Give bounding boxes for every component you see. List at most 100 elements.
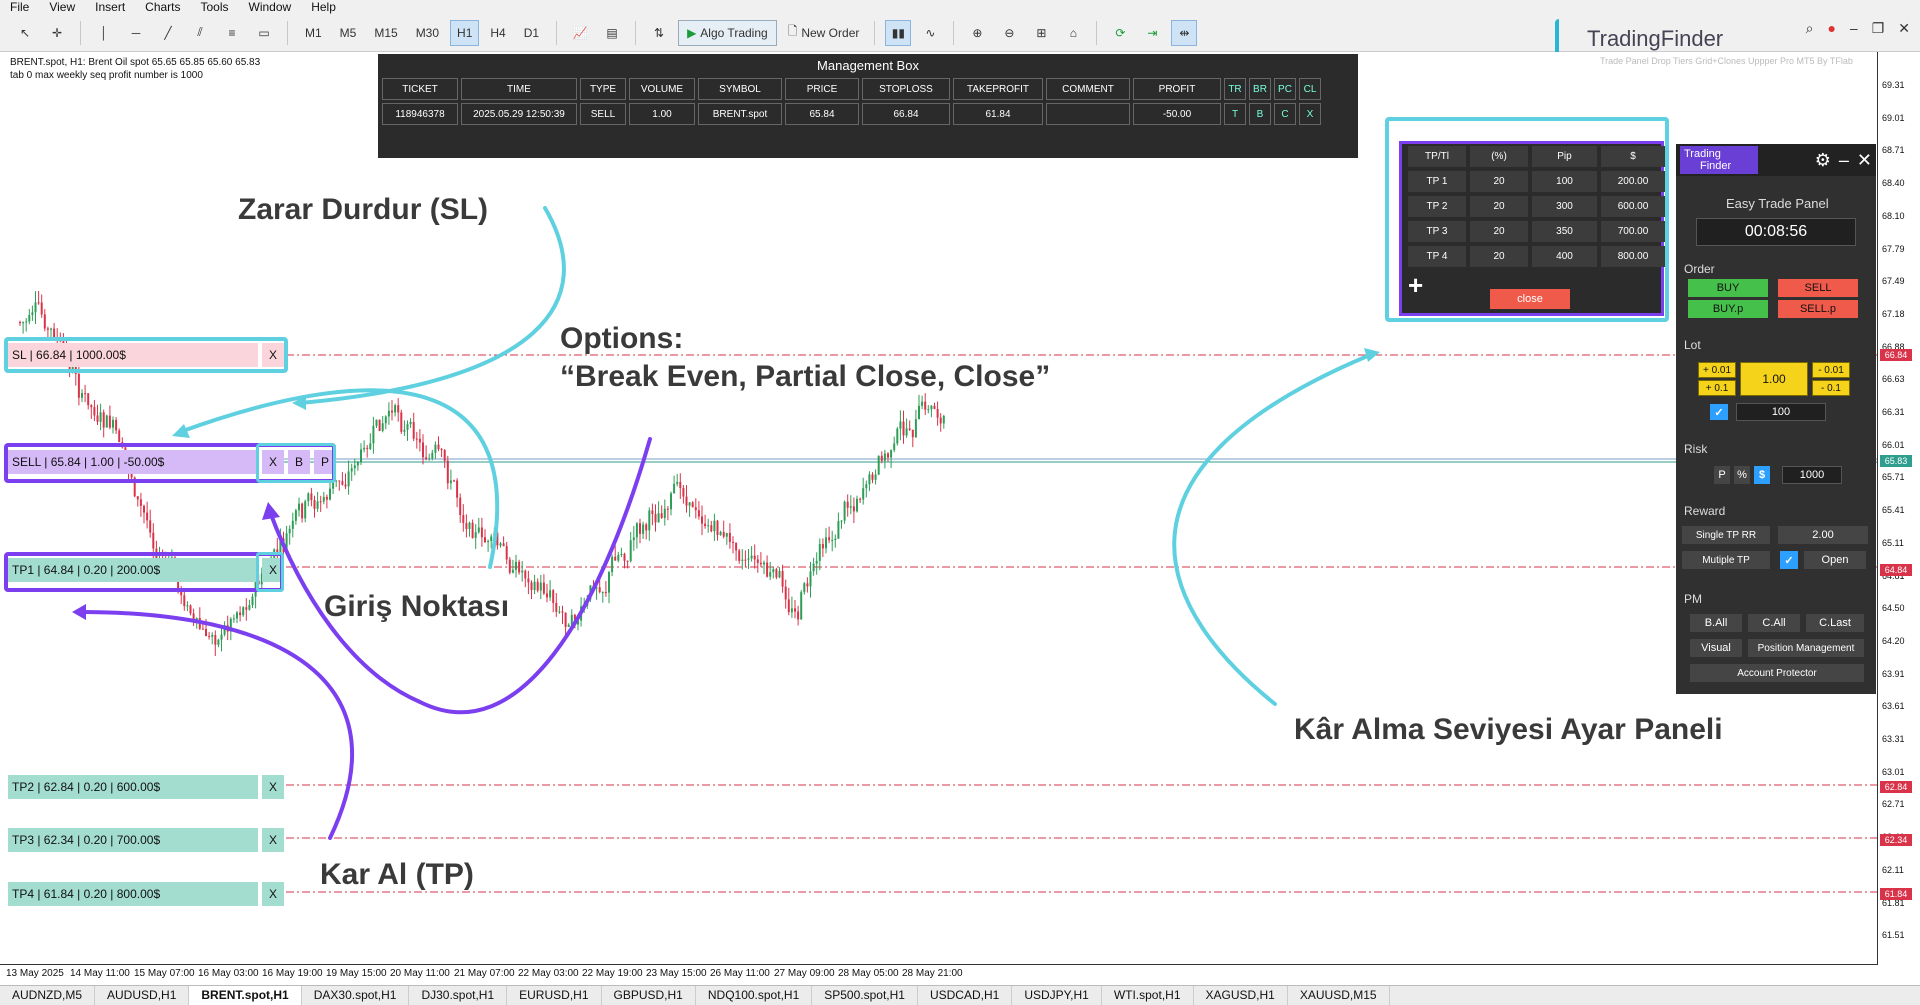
risk-dollar-button[interactable]: $: [1754, 466, 1770, 484]
lot-minus-01-button[interactable]: - 0.1: [1812, 380, 1850, 396]
tp-value-field[interactable]: 800.00: [1601, 246, 1665, 267]
sell-pending-button[interactable]: SELL.p: [1778, 300, 1858, 318]
chart-tab[interactable]: XAUUSD,M15: [1288, 986, 1390, 1005]
menu-insert[interactable]: Insert: [95, 0, 125, 14]
notifications-icon[interactable]: ●: [1827, 20, 1835, 37]
tp4-level[interactable]: TP4 | 61.84 | 0.20 | 800.00$ X: [8, 882, 284, 906]
timeframe-m30[interactable]: M30: [409, 20, 446, 46]
minimize-icon[interactable]: –: [1839, 150, 1849, 171]
tp-value-field[interactable]: 200.00: [1601, 171, 1665, 192]
tp2-close-button[interactable]: X: [262, 775, 284, 799]
chart-tab[interactable]: SP500.spot,H1: [812, 986, 918, 1005]
indicators-icon[interactable]: 📈: [567, 20, 593, 46]
add-tp-button[interactable]: +: [1408, 270, 1423, 301]
horizontal-line-icon[interactable]: ─: [123, 20, 149, 46]
lot-step-field[interactable]: 100: [1736, 403, 1826, 421]
header-action-tr[interactable]: TR: [1224, 78, 1246, 100]
chart-tab[interactable]: NDQ100.spot,H1: [696, 986, 813, 1005]
timeframe-d1[interactable]: D1: [517, 20, 546, 46]
order-action-c[interactable]: C: [1274, 103, 1296, 125]
order-action-x[interactable]: X: [1299, 103, 1321, 125]
timeframe-m1[interactable]: M1: [298, 20, 329, 46]
tp-value-field[interactable]: 300: [1532, 196, 1597, 217]
position-management-button[interactable]: Position Management: [1748, 639, 1864, 657]
vertical-line-icon[interactable]: │: [91, 20, 117, 46]
chart-tab[interactable]: BRENT.spot,H1: [189, 986, 302, 1005]
close-all-button[interactable]: C.All: [1748, 614, 1800, 632]
multiple-tp-checkbox[interactable]: ✓: [1780, 551, 1798, 569]
tp-panel-close-button[interactable]: close: [1490, 289, 1570, 309]
lot-value-field[interactable]: 1.00: [1740, 362, 1808, 396]
new-order-button[interactable]: 🗋 New Order: [783, 20, 865, 46]
lot-minus-001-button[interactable]: - 0.01: [1812, 362, 1850, 378]
lot-checkbox[interactable]: ✓: [1710, 404, 1728, 420]
chart-tab[interactable]: USDCAD,H1: [918, 986, 1013, 1005]
menu-file[interactable]: File: [10, 0, 29, 14]
timeframe-m15[interactable]: M15: [367, 20, 404, 46]
tp3-level-label[interactable]: TP3 | 62.34 | 0.20 | 700.00$: [8, 828, 258, 852]
tp-value-field[interactable]: 600.00: [1601, 196, 1665, 217]
chart-tab[interactable]: GBPUSD,H1: [602, 986, 696, 1005]
restore-icon[interactable]: ❐: [1872, 20, 1885, 37]
lot-plus-01-button[interactable]: + 0.1: [1698, 380, 1736, 396]
channel-icon[interactable]: ⫽: [187, 20, 213, 46]
autoscroll-icon[interactable]: ⇥: [1139, 20, 1165, 46]
bar-chart-icon[interactable]: ▮▮: [885, 19, 912, 46]
templates-icon[interactable]: ▤: [599, 20, 625, 46]
refresh-icon[interactable]: ⟳: [1107, 20, 1133, 46]
zoom-in-icon[interactable]: ⊕: [964, 20, 990, 46]
buy-button[interactable]: BUY: [1688, 279, 1768, 297]
chart-tab[interactable]: AUDUSD,H1: [95, 986, 190, 1005]
header-action-cl[interactable]: CL: [1299, 78, 1321, 100]
sell-button[interactable]: SELL: [1778, 279, 1858, 297]
chart-tab[interactable]: XAGUSD,H1: [1194, 986, 1288, 1005]
tp-value-field[interactable]: 350: [1532, 221, 1597, 242]
tp3-close-button[interactable]: X: [262, 828, 284, 852]
strategy-tester-icon[interactable]: ⇅: [646, 20, 672, 46]
tp4-close-button[interactable]: X: [262, 882, 284, 906]
timeframe-m5[interactable]: M5: [333, 20, 364, 46]
tp-value-field[interactable]: 400: [1532, 246, 1597, 267]
zoom-out-icon[interactable]: ⊖: [996, 20, 1022, 46]
multiple-tp-button[interactable]: Mutiple TP: [1682, 551, 1770, 569]
tp4-level-label[interactable]: TP4 | 61.84 | 0.20 | 800.00$: [8, 882, 258, 906]
menu-help[interactable]: Help: [311, 0, 336, 14]
open-tp-panel-button[interactable]: Open: [1804, 551, 1866, 569]
timeframe-h4[interactable]: H4: [483, 20, 512, 46]
chart-tab[interactable]: DAX30.spot,H1: [302, 986, 410, 1005]
minimize-icon[interactable]: –: [1850, 20, 1858, 37]
close-last-button[interactable]: C.Last: [1806, 614, 1864, 632]
risk-points-button[interactable]: P: [1714, 466, 1730, 484]
timeframe-h1[interactable]: H1: [450, 19, 480, 46]
algo-trading-button[interactable]: ▶ Algo Trading: [678, 19, 777, 46]
order-action-t[interactable]: T: [1224, 103, 1246, 125]
header-action-pc[interactable]: PC: [1274, 78, 1296, 100]
rr-value-field[interactable]: 2.00: [1778, 526, 1868, 544]
close-icon[interactable]: ✕: [1898, 20, 1910, 37]
buy-pending-button[interactable]: BUY.p: [1688, 300, 1768, 318]
break-all-button[interactable]: B.All: [1690, 614, 1742, 632]
trendline-icon[interactable]: ╱: [155, 20, 181, 46]
header-action-br[interactable]: BR: [1249, 78, 1271, 100]
grid-icon[interactable]: ⊞: [1028, 20, 1054, 46]
chart-tab[interactable]: WTI.spot,H1: [1102, 986, 1194, 1005]
close-icon[interactable]: ✕: [1857, 150, 1872, 171]
tp-value-field[interactable]: 20: [1470, 246, 1528, 267]
chart-tab[interactable]: AUDNZD,M5: [0, 986, 96, 1005]
chart-tab[interactable]: USDJPY,H1: [1012, 986, 1102, 1005]
gear-icon[interactable]: ⚙: [1815, 150, 1831, 171]
risk-value-field[interactable]: 1000: [1782, 466, 1842, 484]
tp2-level[interactable]: TP2 | 62.84 | 0.20 | 600.00$ X: [8, 775, 284, 799]
tp-value-field[interactable]: 700.00: [1601, 221, 1665, 242]
risk-percent-button[interactable]: %: [1734, 466, 1750, 484]
account-protector-button[interactable]: Account Protector: [1690, 664, 1864, 682]
screenshot-icon[interactable]: ⌂: [1060, 20, 1086, 46]
fibonacci-icon[interactable]: ≡: [219, 20, 245, 46]
visual-button[interactable]: Visual: [1690, 639, 1742, 657]
tp-value-field[interactable]: 20: [1470, 221, 1528, 242]
tp-value-field[interactable]: 20: [1470, 196, 1528, 217]
menu-view[interactable]: View: [49, 0, 75, 14]
chart-tab[interactable]: DJ30.spot,H1: [409, 986, 508, 1005]
tp-value-field[interactable]: 20: [1470, 171, 1528, 192]
menu-window[interactable]: Window: [249, 0, 292, 14]
